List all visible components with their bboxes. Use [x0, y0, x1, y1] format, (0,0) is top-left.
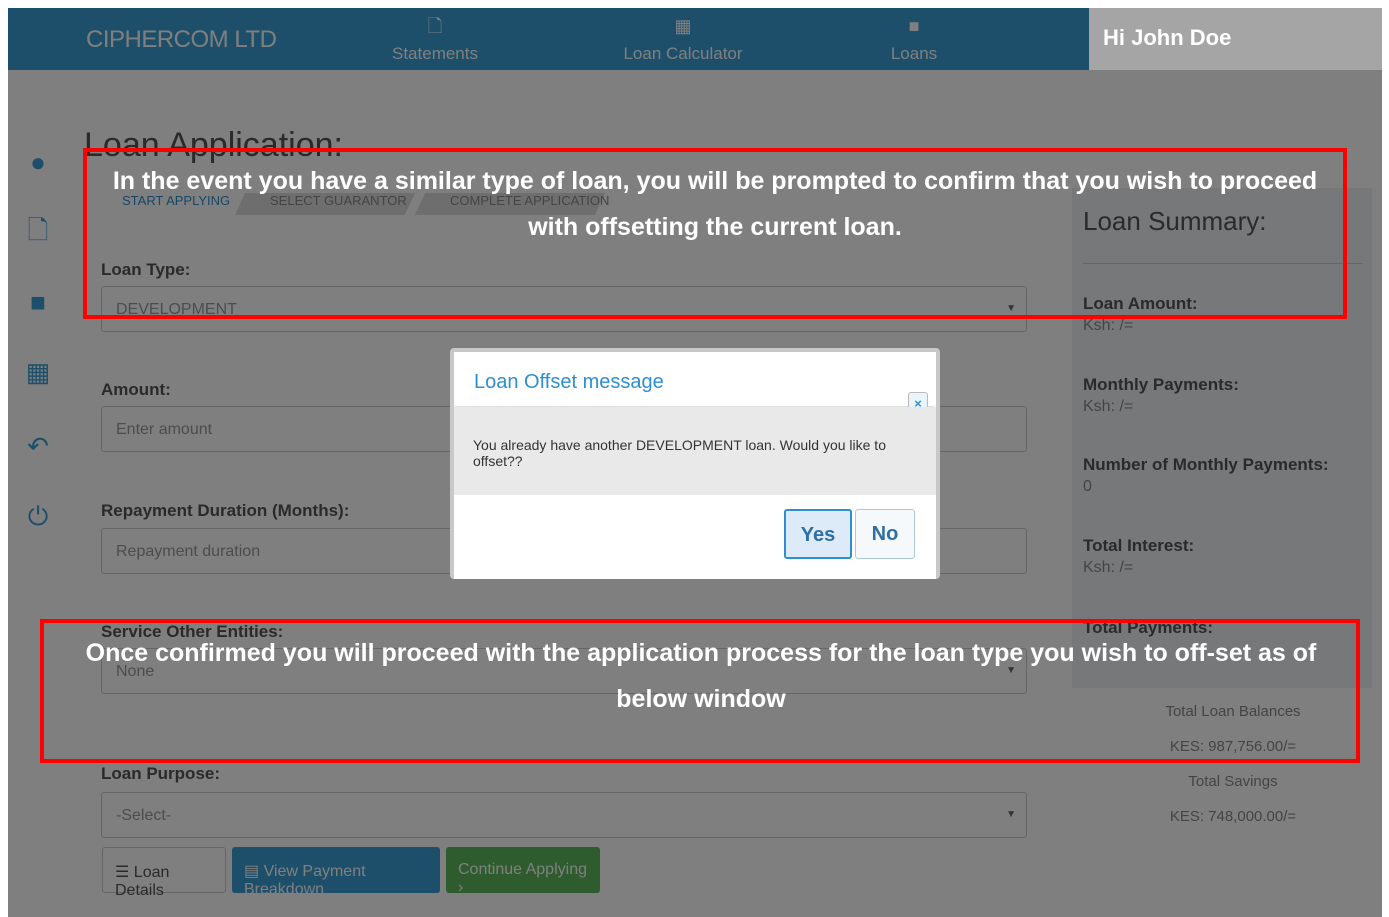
- app-window: CIPHERCOM LTD 🗋 Statements ▦ Loan Calcul…: [8, 8, 1382, 917]
- dialog-message: You already have another DEVELOPMENT loa…: [473, 437, 886, 469]
- no-button[interactable]: No: [855, 509, 915, 559]
- user-greeting[interactable]: Hi John Doe: [1089, 8, 1382, 70]
- annotation-text-top: In the event you have a similar type of …: [112, 167, 1318, 241]
- annotation-text-bottom: Once confirmed you will proceed with the…: [85, 639, 1317, 713]
- dialog-title: Loan Offset message: [474, 371, 664, 393]
- dialog-body: You already have another DEVELOPMENT loa…: [454, 407, 936, 495]
- yes-button[interactable]: Yes: [784, 509, 852, 559]
- loan-offset-dialog: Loan Offset message × You already have a…: [450, 348, 940, 579]
- dialog-footer: Yes No: [454, 495, 936, 579]
- dialog-header: Loan Offset message: [454, 352, 936, 407]
